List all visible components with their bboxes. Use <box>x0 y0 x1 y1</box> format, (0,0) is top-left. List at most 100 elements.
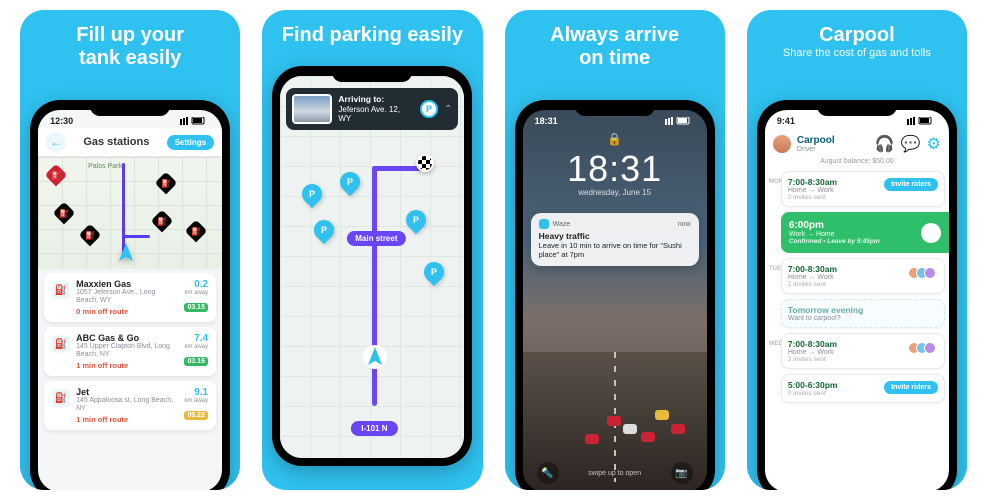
ride-prompt: Want to carpool? <box>788 315 938 322</box>
phone-frame: 9:41 Carpool Driver 🎧 💬 ⚙ <box>757 100 957 490</box>
back-button[interactable]: ← <box>46 132 66 152</box>
status-icons <box>665 116 695 126</box>
map[interactable]: P P P P P Main street I-101 N <box>280 76 464 458</box>
carpool-card[interactable]: 5:00-6:30pm 0 invites sent Invite riders <box>781 374 945 403</box>
arrival-banner[interactable]: Arriving to: Jeferson Ave. 12, WY P ⌃ <box>286 88 458 130</box>
station-distance: 0.2 <box>184 279 208 290</box>
carpool-card[interactable]: 7:00-8:30am Home → Work 2 invites sent <box>781 258 945 294</box>
carpool-schedule[interactable]: MON 7:00-8:30am Home → Work 0 invites se… <box>765 169 949 410</box>
distance-unit: km away <box>184 344 208 350</box>
swipe-hint: swipe up to open <box>588 470 641 477</box>
distance-unit: km away <box>184 290 208 296</box>
lock-clock: 18:31 <box>523 148 707 190</box>
station-name: Jet <box>76 387 178 397</box>
phone-frame: 12:30 ← Gas stations Settings Palos Park… <box>30 100 230 490</box>
balance-text: August balance: $50.00 <box>765 158 949 169</box>
price-chip: 05.22 <box>184 411 208 420</box>
panel-title: Find parking easily <box>262 10 482 49</box>
settings-button[interactable]: Settings <box>167 135 215 150</box>
gas-station-list[interactable]: ⛽ Maxxien Gas 1057 Jeferson Ave., Long B… <box>38 269 222 439</box>
gas-station-card[interactable]: ⛽ ABC Gas & Go 145 Upper Clapton Blvd, L… <box>44 327 216 376</box>
gas-header: ← Gas stations Settings <box>38 128 222 157</box>
off-route-text: 1 min off route <box>76 361 178 370</box>
camera-button[interactable]: 📷 <box>671 462 693 484</box>
gas-station-card[interactable]: ⛽ Jet 145 Appaloosa st, Long Beach, NY 1… <box>44 381 216 430</box>
panel-title: Always arriveon time <box>505 10 725 72</box>
rider-avatars <box>912 267 936 279</box>
settings-icon[interactable]: ⚙ <box>927 134 941 154</box>
lock-icon: 🔒 <box>523 128 707 146</box>
ride-route: Work → Home <box>789 231 935 238</box>
destination-thumbnail <box>292 94 332 124</box>
location-cursor-icon <box>362 344 388 375</box>
status-time: 12:30 <box>50 116 73 126</box>
fuel-icon: ⛽ <box>52 389 70 407</box>
destination-flag-icon <box>416 154 434 172</box>
chevron-up-icon[interactable]: ⌃ <box>444 104 452 115</box>
screen-gas: 12:30 ← Gas stations Settings Palos Park… <box>38 110 222 490</box>
rider-avatars <box>912 342 936 354</box>
panel-gas: Fill up yourtank easily 12:30 ← Gas stat… <box>20 10 240 490</box>
park-label: Palos Park <box>88 163 122 170</box>
distance-unit: km away <box>184 398 208 404</box>
lock-bottom-bar: 🔦 swipe up to open 📷 <box>523 462 707 484</box>
screen-carpool: 9:41 Carpool Driver 🎧 💬 ⚙ <box>765 110 949 490</box>
map[interactable]: Palos Park ⛽ ⛽ ⛽ ⛽ ⛽ ⛽ <box>38 157 222 269</box>
location-cursor-icon <box>116 243 136 268</box>
panel-title: Carpool <box>747 10 967 47</box>
carpool-card[interactable]: 7:00-8:30am Home → Work 2 invites sent <box>781 333 945 369</box>
panel-subtitle: Share the cost of gas and tolls <box>747 47 967 65</box>
ride-time: Tomorrow evening <box>788 305 938 315</box>
day-label: TUE <box>769 266 781 272</box>
panel-carpool: Carpool Share the cost of gas and tolls … <box>747 10 967 490</box>
avatar[interactable] <box>773 135 791 153</box>
station-distance: 9.1 <box>184 387 208 398</box>
carpool-role: Driver <box>797 146 835 153</box>
status-icons <box>180 116 210 126</box>
notification-card[interactable]: Waze now Heavy traffic Leave in 10 min t… <box>531 213 699 266</box>
status-icons <box>907 116 937 126</box>
price-chip: 03.15 <box>184 303 208 312</box>
station-name: ABC Gas & Go <box>76 333 178 343</box>
ride-substatus: 0 invites sent <box>788 194 938 201</box>
notification-title: Heavy traffic <box>539 231 691 241</box>
notification-app: Waze <box>553 221 571 228</box>
station-address: 1057 Jeferson Ave., Long Beach, WY <box>76 289 178 305</box>
status-time: 18:31 <box>535 116 558 126</box>
fuel-icon: ⛽ <box>52 281 70 299</box>
off-route-text: 1 min off route <box>76 415 178 424</box>
phone-frame: 18:31 🔒 18:31 wednesday, June 15 Waze no… <box>515 100 715 490</box>
messages-icon[interactable]: 💬 <box>901 134 921 154</box>
carpool-card-suggestion[interactable]: Tomorrow evening Want to carpool? <box>781 299 945 328</box>
invite-riders-button[interactable]: Invite riders <box>884 381 938 394</box>
flashlight-button[interactable]: 🔦 <box>537 462 559 484</box>
panel-parking: Find parking easily P P P P P Main stree… <box>262 10 482 490</box>
ride-substatus: 2 invites sent <box>788 281 938 288</box>
station-name: Maxxien Gas <box>76 279 178 289</box>
screen-lockscreen: 18:31 🔒 18:31 wednesday, June 15 Waze no… <box>523 110 707 490</box>
carpool-title: Carpool <box>797 135 835 146</box>
phone-frame: P P P P P Main street I-101 N Arriving t… <box>272 66 472 466</box>
status-time: 9:41 <box>777 116 795 126</box>
ride-status: Confirmed • Leave by 5:45pm <box>789 238 935 245</box>
gas-station-card[interactable]: ⛽ Maxxien Gas 1057 Jeferson Ave., Long B… <box>44 273 216 322</box>
station-address: 145 Upper Clapton Blvd, Long Beach, NY <box>76 343 178 359</box>
ride-substatus: 2 invites sent <box>788 356 938 363</box>
street-label: Main street <box>347 231 405 246</box>
station-address: 145 Appaloosa st, Long Beach, NY <box>76 397 178 413</box>
rider-avatar <box>921 223 941 243</box>
screen-parking: P P P P P Main street I-101 N Arriving t… <box>280 76 464 458</box>
notification-body: Leave in 10 min to arrive on time for "S… <box>539 241 691 260</box>
parking-button[interactable]: P <box>420 100 438 118</box>
chat-icon[interactable]: 🎧 <box>875 134 895 154</box>
lock-date: wednesday, June 15 <box>523 188 707 197</box>
carpool-card[interactable]: 7:00-8:30am Home → Work 0 invites sent I… <box>781 171 945 207</box>
panel-title: Fill up yourtank easily <box>20 10 240 72</box>
price-chip: 03.16 <box>184 357 208 366</box>
invite-riders-button[interactable]: Invite riders <box>884 178 938 191</box>
highway-label: I-101 N <box>351 421 397 436</box>
arrival-text: Arriving to: Jeferson Ave. 12, WY <box>338 94 414 124</box>
ride-time: 6:00pm <box>789 220 935 231</box>
panel-ontime: Always arriveon time 18:31 🔒 18:31 wedne… <box>505 10 725 490</box>
carpool-card-confirmed[interactable]: 6:00pm Work → Home Confirmed • Leave by … <box>781 212 949 253</box>
